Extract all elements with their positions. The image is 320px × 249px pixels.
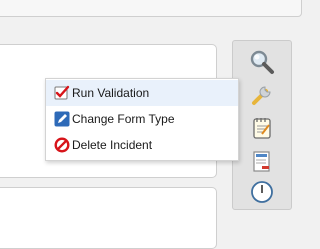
notes-button[interactable]: [233, 113, 291, 143]
search-magnifier-icon: [250, 50, 274, 74]
lower-panel: [0, 187, 217, 249]
search-button[interactable]: [233, 47, 291, 77]
menu-item-label: Run Validation: [72, 86, 150, 100]
report-button[interactable]: [233, 146, 291, 176]
delete-no-icon: [54, 137, 70, 153]
edit-pencil-icon: [54, 111, 70, 127]
clock-icon: [251, 181, 273, 203]
top-panel: [0, 0, 302, 17]
wrench-icon: [252, 86, 271, 105]
menu-item-label: Delete Incident: [72, 138, 153, 152]
validation-check-icon: [54, 85, 70, 101]
history-button[interactable]: [233, 177, 291, 207]
settings-button[interactable]: [233, 80, 291, 110]
menu-item-label: Change Form Type: [72, 112, 175, 126]
report-icon: [253, 151, 270, 172]
notepad-icon: [253, 118, 271, 139]
tool-strip: [232, 40, 292, 210]
menu-item-change-form-type[interactable]: Change Form Type: [46, 106, 238, 132]
context-menu: Run Validation Change Form Type Delete I…: [45, 78, 239, 161]
menu-item-run-validation[interactable]: Run Validation: [46, 80, 238, 106]
menu-item-delete-incident[interactable]: Delete Incident: [46, 132, 238, 158]
